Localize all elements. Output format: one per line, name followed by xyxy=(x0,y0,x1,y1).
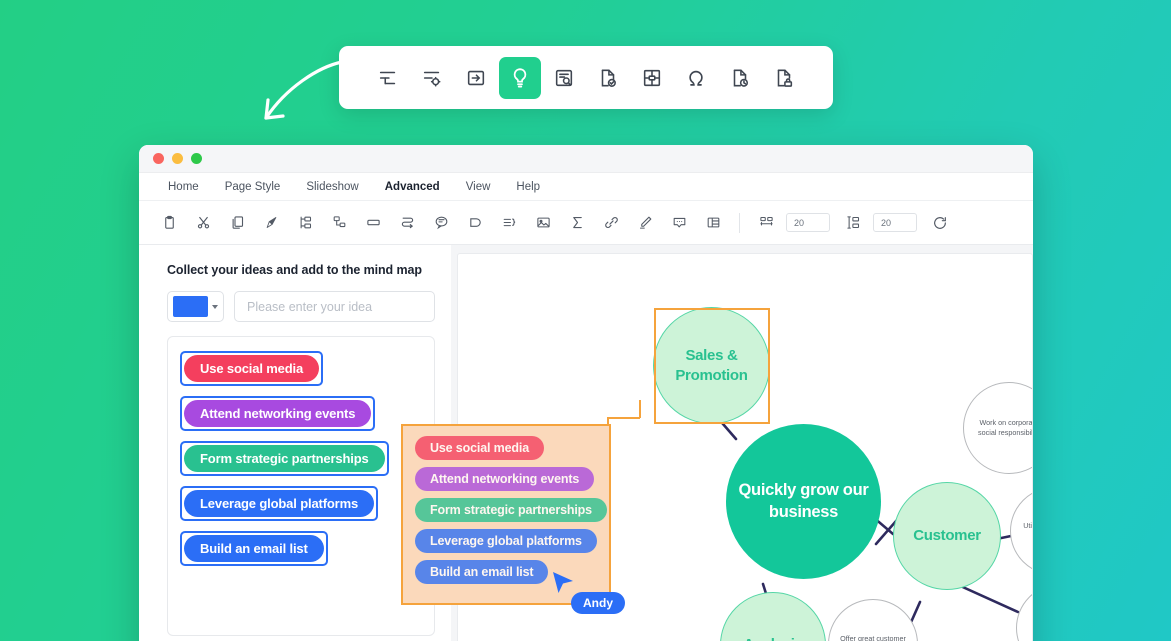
idea-entry-row xyxy=(167,291,435,322)
menu-item-page-style[interactable]: Page Style xyxy=(214,178,292,196)
window-close-button[interactable] xyxy=(153,153,164,164)
ribbon-toolbar: 20 20 xyxy=(139,201,1033,245)
shape-rectangle-icon[interactable] xyxy=(356,208,390,238)
dragged-idea-chip: Build an email list xyxy=(415,560,549,584)
panel-title: Collect your ideas and add to the mind m… xyxy=(167,263,422,277)
idea-list: Use social media Attend networking event… xyxy=(167,336,435,636)
dragged-idea-chip: Attend networking events xyxy=(415,467,595,491)
callout-tag-icon[interactable] xyxy=(458,208,492,238)
toolbar-divider xyxy=(739,212,740,233)
chevron-down-icon xyxy=(212,304,218,309)
idea-chip: Attend networking events xyxy=(184,400,372,427)
menu-item-slideshow[interactable]: Slideshow xyxy=(295,178,369,196)
document-check-icon[interactable] xyxy=(587,57,629,99)
idea-input[interactable] xyxy=(234,291,435,322)
refresh-layout-icon[interactable] xyxy=(923,208,957,238)
horizontal-spacing-input[interactable]: 20 xyxy=(786,213,830,232)
lightbulb-brainstorm-icon[interactable] xyxy=(499,56,541,99)
insert-image-icon[interactable] xyxy=(526,208,560,238)
clipboard-paste-icon[interactable] xyxy=(152,208,186,238)
insert-link-icon[interactable] xyxy=(594,208,628,238)
pointer-arrow-icon xyxy=(264,60,344,120)
scissors-cut-icon[interactable] xyxy=(186,208,220,238)
list-item[interactable]: Attend networking events xyxy=(180,396,376,431)
document-history-icon[interactable] xyxy=(719,57,761,99)
window-zoom-button[interactable] xyxy=(191,153,202,164)
color-swatch xyxy=(173,296,208,317)
highlighter-pen-icon[interactable] xyxy=(628,208,662,238)
menu-item-home[interactable]: Home xyxy=(157,178,210,196)
color-picker[interactable] xyxy=(167,291,224,322)
connector-line-icon[interactable] xyxy=(390,208,424,238)
document-search-icon[interactable] xyxy=(543,57,585,99)
node-label: Work on corporate social responsibility xyxy=(978,417,1033,437)
idea-chip: Build an email list xyxy=(184,535,324,562)
outline-settings-icon[interactable] xyxy=(411,57,453,99)
box-center-align-icon[interactable] xyxy=(631,57,673,99)
node-label: Create customer loyalty programs xyxy=(1023,618,1032,639)
idea-chip: Use social media xyxy=(184,355,320,382)
floating-toolbar xyxy=(339,46,833,109)
idea-chip: Form strategic partnerships xyxy=(184,445,385,472)
list-item[interactable]: Use social media xyxy=(180,351,324,386)
node-label: Analysis xyxy=(743,635,803,641)
mindmap-node-sales-promotion[interactable]: Sales & Promotion xyxy=(653,307,770,424)
window-titlebar xyxy=(139,145,1033,173)
idea-chip: Leverage global platforms xyxy=(184,490,375,517)
omega-symbol-icon[interactable] xyxy=(675,57,717,99)
dragged-idea-chip: Use social media xyxy=(415,436,545,460)
dragged-idea-group[interactable]: Use social media Attend networking event… xyxy=(401,424,611,605)
document-lock-icon[interactable] xyxy=(763,57,805,99)
layout-left-icon[interactable] xyxy=(288,208,322,238)
table-insert-icon[interactable] xyxy=(696,208,730,238)
outline-indent-icon[interactable] xyxy=(367,57,409,99)
menu-item-advanced[interactable]: Advanced xyxy=(374,178,451,196)
format-painter-icon[interactable] xyxy=(254,208,288,238)
node-label: Sales & Promotion xyxy=(675,347,748,384)
menu-item-view[interactable]: View xyxy=(455,178,502,196)
insert-arrow-box-icon[interactable] xyxy=(455,57,497,99)
list-item[interactable]: Form strategic partnerships xyxy=(180,441,389,476)
menu-bar: Home Page Style Slideshow Advanced View … xyxy=(139,173,1033,201)
node-label: Offer great customer service xyxy=(840,633,906,641)
list-item[interactable]: Leverage global platforms xyxy=(180,486,379,521)
vertical-spacing-icon[interactable] xyxy=(836,208,870,238)
dragged-idea-chip: Leverage global platforms xyxy=(415,529,597,553)
node-label: Quickly grow our business xyxy=(738,481,869,521)
list-item[interactable]: Build an email list xyxy=(180,531,328,566)
node-label: Customer xyxy=(913,527,981,545)
copy-icon[interactable] xyxy=(220,208,254,238)
dragged-idea-chip: Form strategic partnerships xyxy=(415,498,607,522)
horizontal-spacing-icon[interactable] xyxy=(749,208,783,238)
mindmap-node-customer[interactable]: Customer xyxy=(893,482,1001,590)
menu-item-help[interactable]: Help xyxy=(505,178,551,196)
note-bubble-icon[interactable] xyxy=(662,208,696,238)
window-minimize-button[interactable] xyxy=(172,153,183,164)
vertical-spacing-input[interactable]: 20 xyxy=(873,213,917,232)
layout-tree-icon[interactable] xyxy=(322,208,356,238)
comment-bubble-icon[interactable] xyxy=(424,208,458,238)
formula-sigma-icon[interactable] xyxy=(560,208,594,238)
mindmap-root-node[interactable]: Quickly grow our business xyxy=(726,424,881,579)
outline-list-icon[interactable] xyxy=(492,208,526,238)
node-label: Utilize social media marketing xyxy=(1023,520,1033,530)
